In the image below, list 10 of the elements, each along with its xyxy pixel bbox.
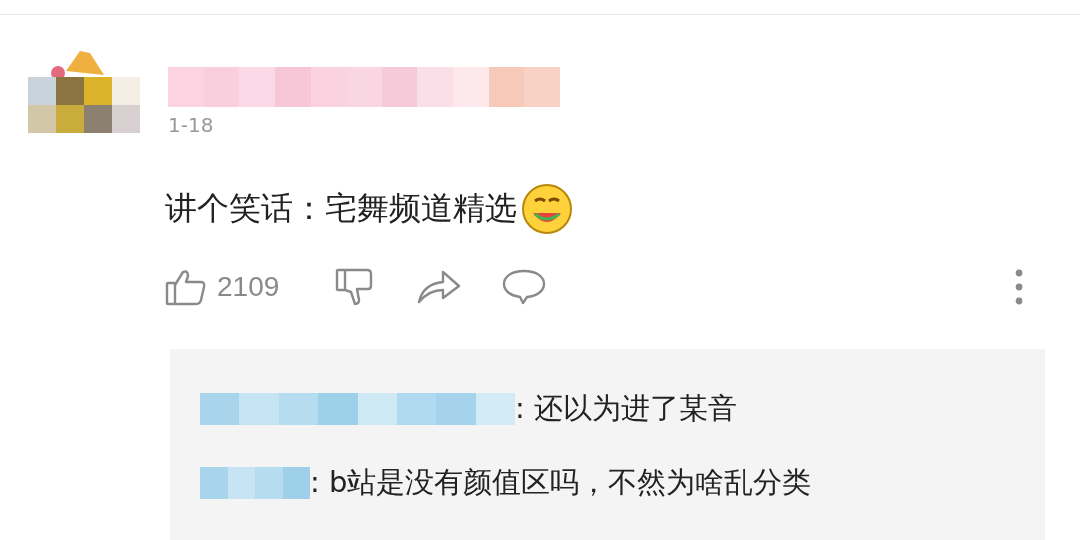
laughing-emoji-icon [521,183,573,235]
share-button[interactable] [415,268,462,306]
thumbs-up-icon [165,268,207,306]
reply-text: : b站是没有颜值区吗，不然为啥乱分类 [310,464,812,501]
comment-text: 讲个笑话：宅舞频道精选 [165,188,517,229]
more-options-icon[interactable] [1015,269,1023,305]
like-button[interactable]: 2109 [165,268,280,306]
reply-text: : 还以为进了某音 [515,390,737,427]
comment-date: 1-18 [168,113,215,137]
reply-button[interactable] [501,268,548,306]
